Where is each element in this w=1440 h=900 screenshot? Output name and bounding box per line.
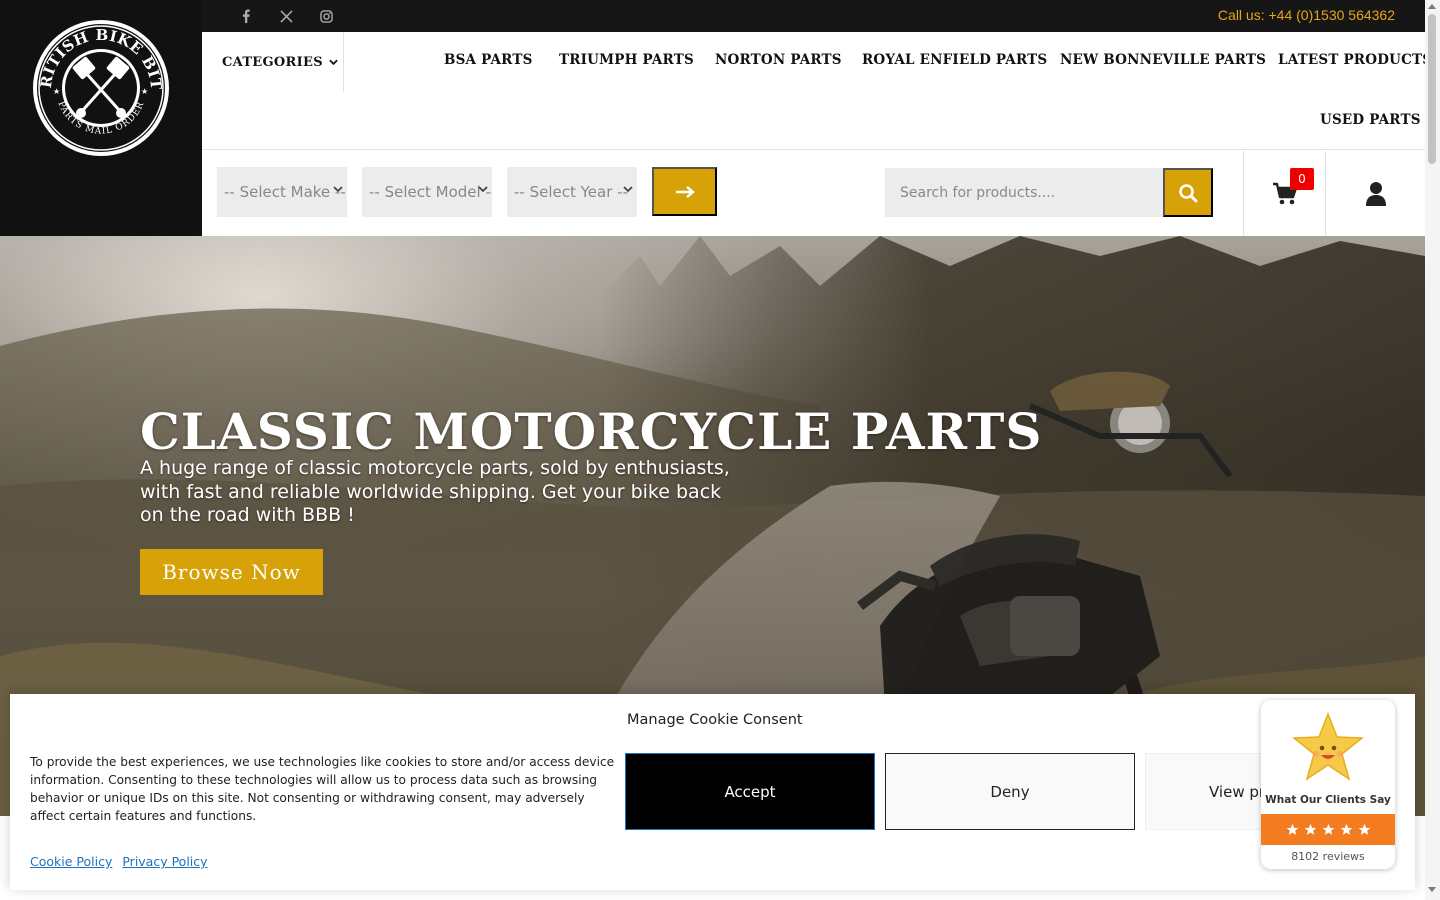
social-links: [236, 6, 336, 26]
select-model-value: -- Select Model --: [369, 183, 492, 201]
privacy-policy-link[interactable]: Privacy Policy: [122, 854, 207, 869]
star-rating: [1261, 814, 1395, 845]
star-icon: [1286, 823, 1298, 835]
nav-royal-enfield-parts[interactable]: ROYAL ENFIELD PARTS: [862, 52, 1047, 68]
select-make-value: -- Select Make --: [224, 183, 346, 201]
phone-number[interactable]: Call us: +44 (0)1530 564362: [1218, 7, 1395, 23]
chevron-down-icon: [623, 186, 633, 193]
star-icon: [1358, 823, 1370, 835]
browse-now-button[interactable]: Browse Now: [140, 549, 323, 595]
select-year[interactable]: -- Select Year --: [507, 167, 637, 217]
svg-text:★: ★: [53, 87, 60, 96]
nav-latest-products[interactable]: LATEST PRODUCTS: [1278, 52, 1432, 68]
cart-button[interactable]: 0: [1243, 151, 1326, 236]
categories-label: CATEGORIES: [222, 54, 323, 70]
arrow-right-icon: [675, 185, 695, 198]
main-navigation: CATEGORIES BSA PARTS TRIUMPH PARTS NORTO…: [202, 32, 1432, 150]
search-icon: [1179, 183, 1198, 202]
cookie-title: Manage Cookie Consent: [627, 712, 803, 728]
instagram-icon[interactable]: [316, 6, 336, 26]
deny-cookies-button[interactable]: Deny: [885, 753, 1135, 830]
accept-cookies-button[interactable]: Accept: [625, 753, 875, 830]
nav-bsa-parts[interactable]: BSA PARTS: [444, 52, 533, 68]
reviews-widget[interactable]: What Our Clients Say 8102 reviews: [1261, 700, 1395, 869]
hero-subtitle: A huge range of classic motorcycle parts…: [140, 457, 730, 526]
reviews-count: 8102 reviews: [1291, 850, 1365, 863]
categories-menu[interactable]: CATEGORIES: [202, 32, 344, 92]
cookie-description: To provide the best experiences, we use …: [30, 755, 615, 823]
select-make[interactable]: -- Select Make --: [217, 167, 347, 217]
star-icon: [1322, 823, 1334, 835]
select-model[interactable]: -- Select Model --: [362, 167, 492, 217]
nav-new-bonneville-parts[interactable]: NEW BONNEVILLE PARTS: [1060, 52, 1266, 68]
account-button[interactable]: [1326, 151, 1425, 236]
facebook-icon[interactable]: [236, 6, 256, 26]
cart-count-badge: 0: [1290, 168, 1314, 190]
top-bar: Call us: +44 (0)1530 564362: [202, 0, 1425, 32]
chevron-down-icon: [478, 186, 488, 193]
chevron-down-icon: [329, 59, 338, 65]
hero-title: CLASSIC MOTORCYCLE PARTS: [140, 402, 1043, 461]
cookie-policy-links: Cookie Policy Privacy Policy: [30, 854, 208, 869]
scroll-down-arrow-icon[interactable]: [1428, 887, 1436, 892]
page-scrollbar[interactable]: [1425, 0, 1440, 900]
reviews-label: What Our Clients Say: [1265, 794, 1391, 806]
nav-triumph-parts[interactable]: TRIUMPH PARTS: [559, 52, 694, 68]
smiling-star-icon: [1292, 712, 1364, 781]
select-year-value: -- Select Year --: [514, 183, 628, 201]
nav-norton-parts[interactable]: NORTON PARTS: [715, 52, 842, 68]
svg-text:★: ★: [141, 87, 148, 96]
scroll-up-arrow-icon[interactable]: [1428, 4, 1436, 9]
star-icon: [1304, 823, 1316, 835]
search-input[interactable]: [885, 168, 1164, 217]
search-button[interactable]: [1163, 168, 1213, 217]
brand-logo[interactable]: BRITISH BIKE BITS PARTS MAIL ORDER ★ ★: [31, 18, 171, 158]
page: BRITISH BIKE BITS PARTS MAIL ORDER ★ ★: [0, 0, 1440, 900]
star-icon: [1340, 823, 1352, 835]
cookie-consent-banner: Manage Cookie Consent To provide the bes…: [10, 694, 1415, 890]
chevron-down-icon: [333, 186, 343, 193]
filter-row: -- Select Make -- -- Select Model -- -- …: [202, 151, 1425, 236]
filter-go-button[interactable]: [652, 167, 717, 216]
cookie-policy-link[interactable]: Cookie Policy: [30, 854, 112, 869]
user-icon: [1365, 181, 1386, 206]
nav-used-parts[interactable]: USED PARTS: [1320, 112, 1421, 128]
x-icon[interactable]: [276, 6, 296, 26]
logo-area[interactable]: BRITISH BIKE BITS PARTS MAIL ORDER ★ ★: [0, 0, 202, 236]
scroll-thumb[interactable]: [1428, 14, 1436, 164]
